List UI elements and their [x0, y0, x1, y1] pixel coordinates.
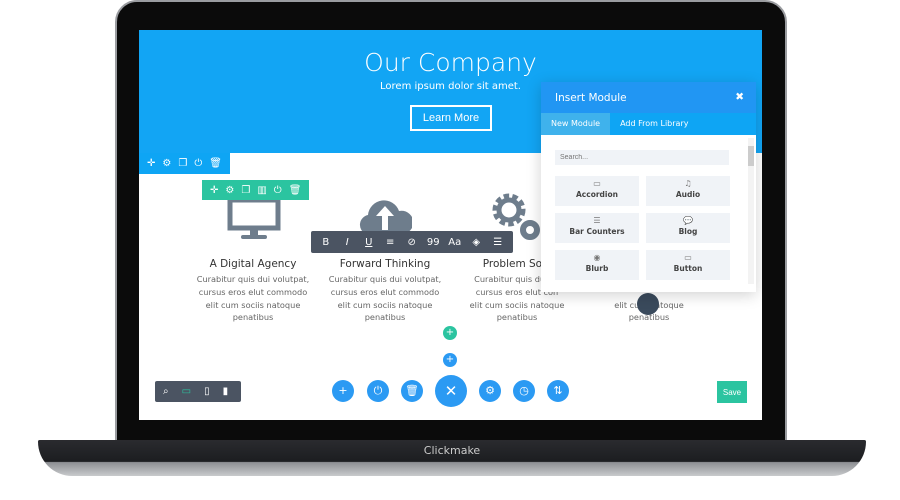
- audio-icon: ♫: [684, 179, 692, 188]
- column-title: A Digital Agency: [209, 258, 297, 270]
- column-title: Forward Thinking: [339, 258, 431, 270]
- sort-button[interactable]: ⇅: [547, 380, 569, 402]
- button-icon: ▭: [684, 253, 692, 262]
- hero-title: Our Company: [364, 48, 537, 77]
- blurb-icon: ◉: [593, 253, 601, 262]
- module-grid: ▭ Accordion ♫ Audio ☰ Bar Counters 💬 Blog ◉ B…: [555, 176, 730, 280]
- cursor-blob: [637, 293, 659, 315]
- phone-icon[interactable]: ▮: [223, 386, 229, 397]
- trash-icon[interactable]: 🗑: [289, 185, 302, 196]
- trash-icon[interactable]: 🗑: [209, 158, 222, 169]
- bold-icon[interactable]: B: [315, 237, 337, 248]
- history-button[interactable]: ◷: [513, 380, 535, 402]
- list-icon[interactable]: ☰: [487, 237, 509, 248]
- trash-button[interactable]: 🗑: [401, 380, 423, 402]
- column-1: A Digital Agency Curabitur quis dui volut…: [188, 258, 318, 324]
- scrollbar[interactable]: [748, 138, 754, 284]
- monitor-icon: [227, 200, 281, 239]
- add-section-button[interactable]: +: [443, 353, 457, 367]
- tab-add-from-library[interactable]: Add From Library: [610, 113, 698, 135]
- bar-counters-icon: ☰: [593, 216, 601, 225]
- tab-new-module[interactable]: New Module: [541, 113, 611, 135]
- add-button[interactable]: +: [332, 380, 354, 402]
- italic-icon[interactable]: I: [337, 237, 359, 248]
- gear-icon[interactable]: ⚙: [162, 158, 171, 169]
- underline-icon[interactable]: U: [358, 237, 380, 248]
- font-size-icon[interactable]: Aa: [444, 237, 466, 248]
- learn-more-button[interactable]: Learn More: [410, 105, 492, 131]
- module-button[interactable]: ▭ Button: [646, 250, 730, 280]
- power-icon[interactable]: ⏻: [194, 158, 202, 169]
- cloud-upload-icon: [359, 200, 412, 234]
- add-row-button[interactable]: +: [443, 326, 457, 340]
- dialog-title: Insert Module: [555, 92, 627, 104]
- desktop-icon[interactable]: ▭: [182, 386, 191, 397]
- dialog-header: Insert Module ✖: [541, 82, 756, 113]
- laptop-base: Clickmake: [38, 440, 866, 476]
- module-blurb[interactable]: ◉ Blurb: [555, 250, 639, 280]
- align-icon[interactable]: ≡: [380, 237, 402, 248]
- quote-icon[interactable]: 99: [423, 237, 445, 248]
- power-button[interactable]: ⏻: [367, 380, 389, 402]
- gear-icon[interactable]: ⚙: [225, 185, 234, 196]
- blog-icon: 💬: [683, 216, 693, 225]
- view-mode-toolbar: ⌕ ▭ ▯ ▮: [155, 381, 241, 402]
- module-bar-counters[interactable]: ☰ Bar Counters: [555, 213, 639, 243]
- move-icon[interactable]: ✛: [210, 185, 218, 196]
- laptop-brand: Clickmake: [423, 444, 481, 457]
- tablet-icon[interactable]: ▯: [204, 386, 210, 397]
- save-button[interactable]: Save: [717, 381, 747, 403]
- settings-button[interactable]: ⚙: [479, 380, 501, 402]
- duplicate-icon[interactable]: ❐: [178, 158, 187, 169]
- accordion-icon: ▭: [593, 179, 601, 188]
- module-blog[interactable]: 💬 Blog: [646, 213, 730, 243]
- row-toolbar: ✛ ⚙ ❐ ▥ ⏻ 🗑: [202, 180, 310, 200]
- columns-icon[interactable]: ▥: [257, 185, 266, 196]
- section-toolbar: ✛ ⚙ ❐ ⏻ 🗑: [139, 153, 230, 174]
- dialog-tabs: New Module Add From Library: [541, 113, 756, 135]
- close-button[interactable]: ✕: [435, 375, 467, 407]
- column-2: Forward Thinking Curabitur quis dui volut…: [320, 258, 450, 324]
- link-icon[interactable]: ⊘: [401, 237, 423, 248]
- insert-module-dialog: Insert Module ✖ New Module Add From Librar…: [541, 82, 756, 292]
- text-format-toolbar: B I U ≡ ⊘ 99 Aa ◈ ☰: [311, 231, 513, 253]
- power-icon[interactable]: ⏻: [274, 185, 282, 196]
- screen: Our Company Lorem ipsum dolor sit amet. …: [139, 30, 762, 420]
- move-icon[interactable]: ✛: [147, 158, 155, 169]
- module-accordion[interactable]: ▭ Accordion: [555, 176, 639, 206]
- zoom-icon[interactable]: ⌕: [163, 386, 169, 397]
- close-icon[interactable]: ✖: [735, 91, 744, 103]
- module-audio[interactable]: ♫ Audio: [646, 176, 730, 206]
- search-input[interactable]: [555, 150, 729, 165]
- duplicate-icon[interactable]: ❐: [241, 185, 250, 196]
- color-fill-icon[interactable]: ◈: [466, 237, 488, 248]
